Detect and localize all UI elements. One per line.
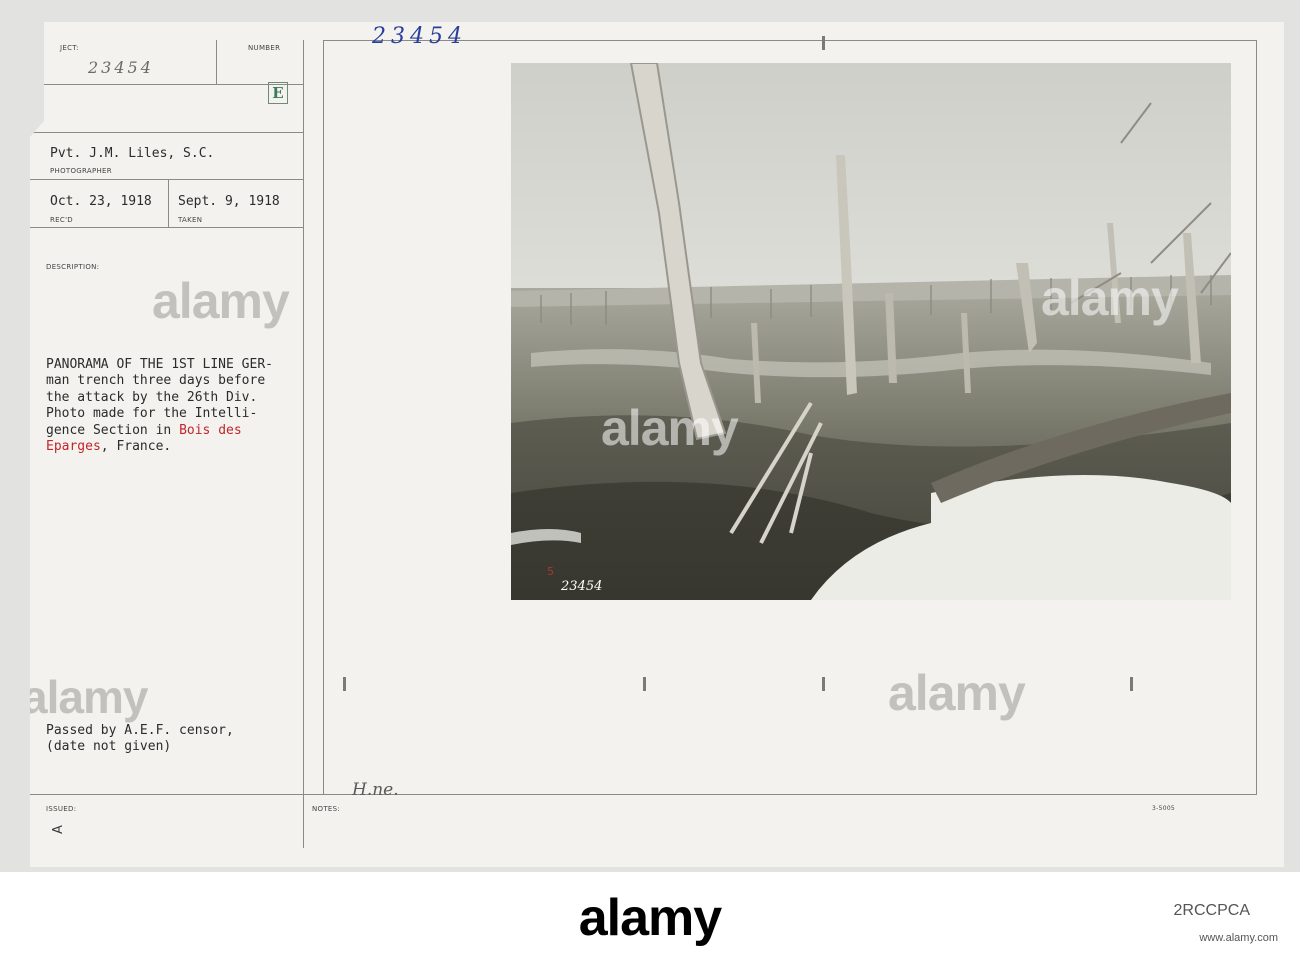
description-line: man trench three days before [46,373,266,388]
top-handwritten-number: 23454 [372,24,467,49]
frame-tick [822,36,825,50]
card-watermark: alamy [22,671,148,723]
notes-label: NOTES: [312,805,341,813]
issued-label: ISSUED: [46,805,77,813]
location-red-text: Bois des [179,422,242,438]
taken-label: TAKEN [178,216,203,224]
number-stamp: E [268,82,288,104]
number-label: NUMBER [248,44,281,52]
photo-svg: 23454 5 [511,63,1231,600]
received-label: REC'D [50,216,73,224]
photographer-top-rule [30,132,304,133]
received-date: Oct. 23, 1918 [50,194,152,209]
photo-watermark: alamy [601,400,739,456]
number-box-left-border [216,40,217,84]
photo-watermark: alamy [1041,270,1179,326]
frame-tick [1130,677,1133,691]
notes-frame-right [1256,40,1257,795]
description-label: DESCRIPTION: [46,263,100,271]
description-line: PANORAMA OF THE 1ST LINE GER- [46,356,273,372]
notes-frame-left [323,40,324,795]
battlefield-photograph: 23454 5 alamy alamy [511,63,1231,600]
photographer-name: Pvt. J.M. Liles, S.C. [50,146,215,161]
photo-handwritten-number: 23454 [560,579,602,594]
description-line: , France. [100,439,172,454]
frame-tick [343,677,346,691]
sky [511,63,1231,303]
form-code: 3-5005 [1152,805,1176,812]
issued-top-rule [30,794,1256,795]
card-watermark: alamy [888,665,1026,721]
subject-bottom-rule [44,84,304,85]
dates-divider [168,179,169,227]
censor-line: Passed by A.E.F. censor, [46,722,234,738]
alamy-logo: alamy [578,889,722,947]
description-text: PANORAMA OF THE 1ST LINE GER- man trench… [46,340,273,456]
censor-line: (date not given) [46,739,172,754]
frame-tick [643,677,646,691]
description-line: the attack by the 26th Div. [46,389,258,405]
subject-handwritten-number: 23454 [88,58,154,77]
notes-handwritten: H.ne. [352,780,399,800]
taken-date: Sept. 9, 1918 [178,194,280,209]
location-red-text-2: Eparges [46,439,101,454]
footer-url: www.alamy.com [1199,932,1278,944]
issued-mark: A [50,825,66,834]
photographer-label: PHOTOGRAPHER [50,167,112,175]
photo-red-mark: 5 [547,565,554,578]
frame-tick [822,677,825,691]
description-line: gence Section in [46,422,180,438]
dates-bottom-rule [30,227,304,228]
description-line: Photo made for the Intelli- [46,406,258,421]
photographer-bottom-rule [30,179,304,180]
subject-label: JECT: [60,44,79,52]
left-column-divider [303,40,304,848]
card-watermark: alamy [152,273,290,329]
image-id: 2RCCPCA [1173,902,1250,919]
